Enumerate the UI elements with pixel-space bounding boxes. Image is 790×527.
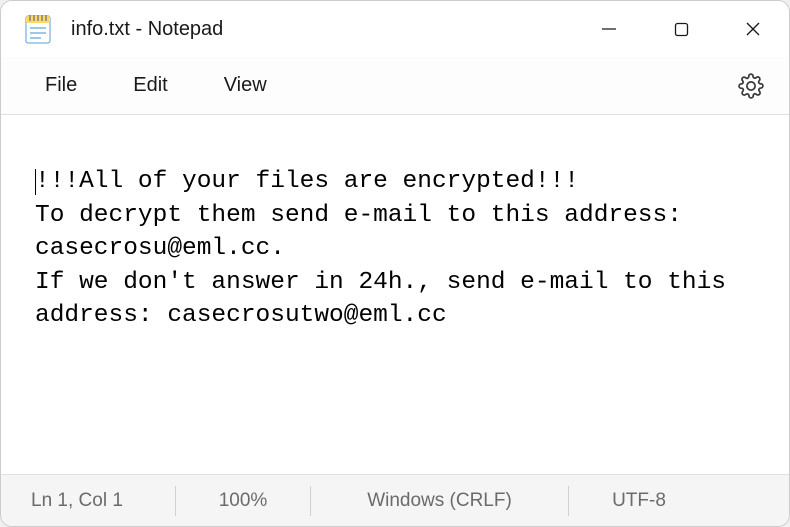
text-editor-area[interactable]: !!!All of your files are encrypted!!! To…	[1, 115, 789, 474]
status-zoom[interactable]: 100%	[176, 486, 311, 516]
menu-view[interactable]: View	[196, 64, 295, 107]
close-button[interactable]	[717, 1, 789, 57]
status-cursor-position: Ln 1, Col 1	[1, 486, 176, 516]
status-line-ending: Windows (CRLF)	[311, 486, 569, 516]
notepad-icon	[25, 13, 51, 45]
window-controls	[573, 1, 789, 57]
titlebar: info.txt - Notepad	[1, 1, 789, 57]
status-encoding: UTF-8	[569, 486, 709, 516]
statusbar: Ln 1, Col 1 100% Windows (CRLF) UTF-8	[1, 474, 789, 526]
menubar: File Edit View	[1, 57, 789, 115]
maximize-button[interactable]	[645, 1, 717, 57]
notepad-window: info.txt - Notepad File Edit View !!!All…	[0, 0, 790, 527]
menu-edit[interactable]: Edit	[105, 64, 195, 107]
minimize-button[interactable]	[573, 1, 645, 57]
document-text: !!!All of your files are encrypted!!! To…	[35, 168, 741, 329]
menu-file[interactable]: File	[17, 64, 105, 107]
settings-button[interactable]	[729, 64, 773, 108]
gear-icon	[738, 73, 764, 99]
window-title: info.txt - Notepad	[71, 18, 573, 41]
